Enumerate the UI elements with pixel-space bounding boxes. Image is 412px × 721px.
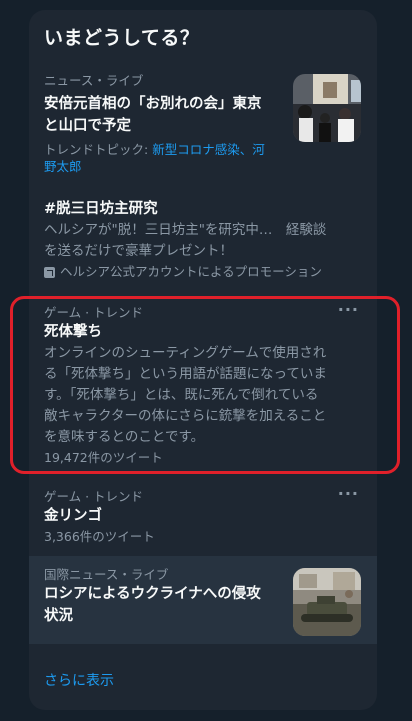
trends-title: いまどうしてる？ [44,26,200,49]
promoted-icon [44,266,55,278]
more-options-icon[interactable]: ··· [338,300,359,319]
trend-description: オンラインのシューティングゲームで使用され る「死体撃ち」という用語が話題になっ… [44,345,327,445]
trend-title: 死体撃ち [44,324,102,340]
trend-topic: トレンドトピック: 新型コロナ感染、河 野太郎 [44,142,265,174]
trend-thumbnail [293,568,361,636]
tweet-count: 3,366件のツイート [44,529,155,544]
trends-header: いまどうしてる？ [29,10,377,62]
trend-item-news[interactable]: ニュース・ライブ 安倍元首相の「お別れの会」東京 と山口で予定 トレンドトピック… [29,62,377,190]
promoted-description: ヘルシアが"脱！三日坊主"を研究中… 経験談 を送るだけで豪華プレゼント！ [44,222,327,259]
more-options-icon[interactable]: ··· [338,484,359,503]
trend-item-ukraine[interactable]: 国際ニュース・ライブ ロシアによるウクライナへの侵攻 状況 [29,556,377,644]
trend-item-promoted[interactable]: #脱三日坊主研究 ヘルシアが"脱！三日坊主"を研究中… 経験談 を送るだけで豪華… [29,190,377,298]
promoted-title: #脱三日坊主研究 [44,201,158,217]
trend-meta: ゲーム · トレンド [44,305,144,320]
trend-thumbnail [293,74,361,142]
trend-title: 金リンゴ [44,508,102,524]
show-more-link[interactable]: さらに表示 [44,670,114,690]
trends-panel: いまどうしてる？ ニュース・ライブ 安倍元首相の「お別れの会」東京 と山口で予定… [29,10,377,710]
topic-link-cont[interactable]: 野太郎 [44,159,82,174]
trend-item-shitaiuchi[interactable]: ゲーム · トレンド ··· 死体撃ち オンラインのシューティングゲームで使用さ… [29,298,377,482]
trend-item-kinringo[interactable]: ゲーム · トレンド ··· 金リンゴ 3,366件のツイート [29,482,377,556]
promotion-label: ヘルシア公式アカウントによるプロモーション [44,262,362,282]
topic-link[interactable]: 新型コロナ感染、河 [152,142,265,157]
trend-meta: ゲーム · トレンド [44,489,144,504]
tweet-count: 19,472件のツイート [44,450,163,465]
